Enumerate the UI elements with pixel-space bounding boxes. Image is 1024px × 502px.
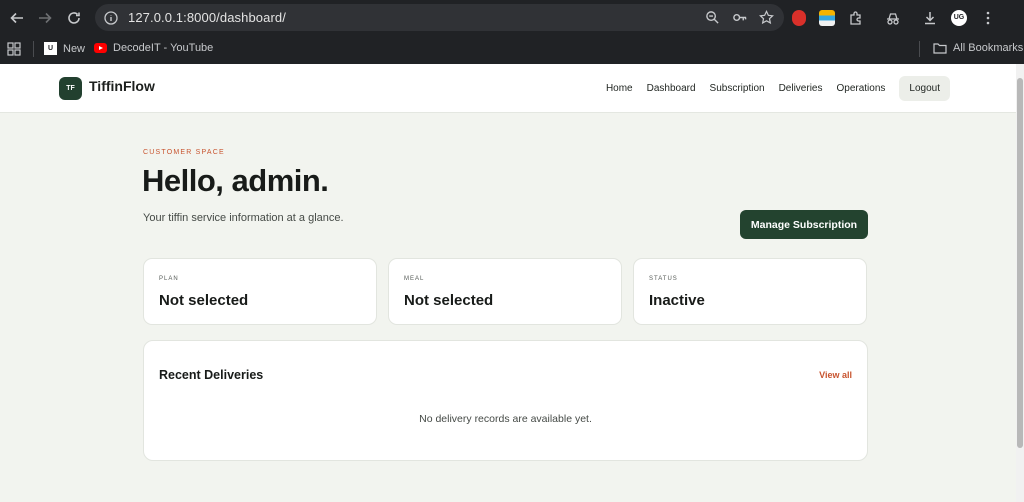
menu-kebab-icon[interactable]: [980, 10, 996, 26]
nav-home[interactable]: Home: [606, 83, 633, 94]
bookmark-label: DecodeIT - YouTube: [113, 42, 214, 54]
panel-title: Recent Deliveries: [159, 368, 264, 382]
all-bookmarks-label: All Bookmarks: [953, 42, 1024, 54]
page-title: Hello, admin.: [142, 163, 329, 198]
meal-card: MEAL Not selected: [388, 258, 622, 325]
brand-name[interactable]: TiffinFlow: [89, 78, 155, 94]
all-bookmarks[interactable]: All Bookmarks: [933, 42, 1023, 54]
address-bar[interactable]: 127.0.0.1:8000/dashboard/: [95, 4, 784, 31]
manage-subscription-button[interactable]: Manage Subscription: [740, 210, 868, 239]
back-arrow-icon: [10, 12, 23, 24]
youtube-icon: [94, 43, 107, 53]
forward-arrow-icon: [39, 12, 52, 24]
bookmark-new[interactable]: U New: [44, 42, 85, 55]
card-label: MEAL: [404, 276, 425, 282]
plan-card: PLAN Not selected: [143, 258, 377, 325]
extension-palette-icon[interactable]: [819, 9, 835, 26]
forward-button[interactable]: [31, 4, 59, 32]
scroll-thumb[interactable]: [1017, 78, 1023, 448]
extension-red-icon[interactable]: [792, 9, 806, 26]
site-info-icon[interactable]: [104, 10, 118, 25]
reload-icon: [68, 12, 80, 24]
card-value: Not selected: [404, 292, 494, 309]
empty-state-message: No delivery records are available yet.: [419, 413, 592, 425]
card-value: Inactive: [649, 292, 705, 309]
app-header: TF TiffinFlow Home Dashboard Subscriptio…: [0, 64, 1016, 113]
card-label: PLAN: [159, 276, 179, 282]
browser-toolbar: 127.0.0.1:8000/dashboard/ UG: [0, 0, 1024, 35]
folder-icon: [933, 43, 947, 54]
apps-grid-icon[interactable]: [7, 42, 21, 56]
nav-operations[interactable]: Operations: [836, 83, 885, 94]
bookmark-star-icon[interactable]: [759, 10, 774, 25]
bookmark-label: New: [63, 42, 86, 55]
card-value: Not selected: [159, 292, 249, 309]
bookmarks-bar: U New DecodeIT - YouTube All Bookmarks: [0, 35, 1024, 64]
nav-deliveries[interactable]: Deliveries: [779, 83, 823, 94]
nav-dashboard[interactable]: Dashboard: [647, 83, 696, 94]
zoom-icon[interactable]: [705, 10, 720, 25]
status-card: STATUS Inactive: [633, 258, 867, 325]
nav-subscription[interactable]: Subscription: [710, 83, 765, 94]
bookmarks-divider-right: [919, 41, 920, 57]
logout-button[interactable]: Logout: [899, 76, 950, 101]
section-eyebrow: CUSTOMER SPACE: [143, 149, 225, 156]
page-scrollbar[interactable]: [1016, 64, 1024, 502]
bookmarks-divider: [33, 41, 34, 57]
bookmark-decodeit-youtube[interactable]: DecodeIT - YouTube: [94, 42, 213, 54]
url-text[interactable]: 127.0.0.1:8000/dashboard/: [128, 10, 286, 25]
incognito-icon[interactable]: [885, 10, 901, 26]
profile-avatar[interactable]: UG: [951, 9, 967, 26]
extensions-puzzle-icon[interactable]: [848, 10, 864, 26]
reload-button[interactable]: [60, 4, 88, 32]
uo-logo-icon: U: [44, 42, 57, 55]
page-subtitle: Your tiffin service information at a gla…: [143, 212, 344, 224]
card-label: STATUS: [649, 276, 678, 282]
view-all-link[interactable]: View all: [819, 370, 852, 380]
brand-logo[interactable]: TF: [59, 77, 82, 100]
back-button[interactable]: [3, 4, 31, 32]
download-icon[interactable]: [922, 10, 938, 26]
recent-deliveries-panel: Recent Deliveries View all No delivery r…: [143, 340, 868, 461]
password-key-icon[interactable]: [732, 10, 747, 25]
main-nav: Home Dashboard Subscription Deliveries O…: [606, 76, 950, 101]
